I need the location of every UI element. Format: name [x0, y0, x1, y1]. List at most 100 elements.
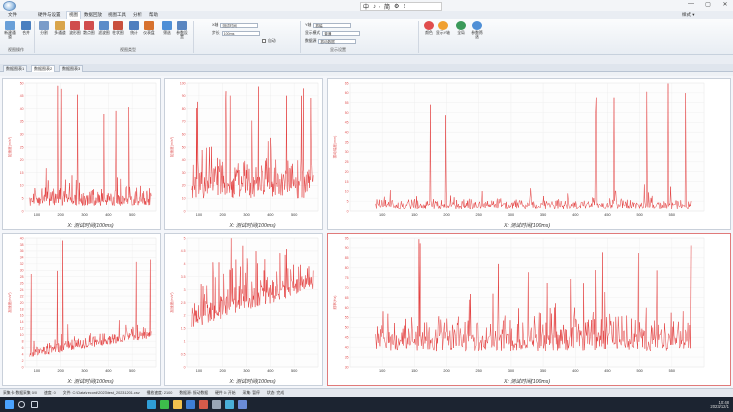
multi-channel-button[interactable]: 多通道	[53, 21, 67, 35]
x-axis-label: X: 测试时间(100ms)	[503, 222, 550, 229]
chart-panel-5[interactable]: 30 35 40 45 50 55 60 65 70 75 80 85 90 95 100 150 200 250…	[327, 233, 731, 386]
y-tick-label: 10	[20, 184, 24, 188]
y-tick-label: 22	[20, 294, 24, 298]
y-tick-label: 35	[20, 120, 24, 124]
x-tick-label: 300	[508, 213, 514, 217]
y-tick-label: 2.5	[181, 301, 186, 305]
y-axis-label: 振动幅度(mm)	[332, 136, 337, 159]
style-menu[interactable]: 样式 ▾	[682, 12, 695, 18]
taskview-icon[interactable]	[31, 401, 38, 408]
y-tick-label: 55	[345, 316, 349, 320]
status-item-7: 状态: 完成	[266, 390, 285, 395]
merge-button[interactable]: 合并	[19, 21, 33, 35]
app2-icon[interactable]	[225, 400, 234, 409]
y-tick-label: 0	[22, 209, 24, 213]
chart-panel-4[interactable]: 0 0.5 1 1.5 2 2.5 3 3.5 4 4.5 5 100 200 300 400 500 加速度(…	[164, 233, 323, 386]
field-select[interactable]: 普通	[322, 30, 361, 36]
field-select[interactable]: 振幅	[313, 22, 352, 28]
ribbon-field: 显示模式 普通	[305, 30, 361, 36]
status-bar: 采集卡:数据采集 0/0 速度: 0 文件: C:\Data\record\2023…	[0, 388, 733, 397]
ime-item-5[interactable]: ⁝	[403, 3, 405, 10]
y-tick-label: 60	[345, 91, 349, 95]
menu-5[interactable]: 分析	[133, 12, 142, 19]
app-icon[interactable]	[199, 400, 208, 409]
y-tick-label: 1.5	[181, 327, 186, 331]
chart-panel-1[interactable]: 0 10 20 30 40 50 60 70 80 90 100 100 200 300 400 500 加速度…	[164, 78, 323, 230]
y-axis-label: 频率(Hz)	[332, 296, 337, 310]
menu-3[interactable]: 数据回放	[84, 12, 102, 19]
y-tick-label: 45	[345, 121, 349, 125]
y-tick-label: 55	[345, 101, 349, 105]
ime-item-4[interactable]: ⚙	[394, 3, 399, 10]
new-channel-button[interactable]: 新建通道	[3, 21, 17, 39]
ime-item-0[interactable]: 中	[363, 2, 369, 11]
store-icon[interactable]	[186, 400, 195, 409]
checkbox-box[interactable]	[262, 39, 266, 43]
start-icon[interactable]	[5, 400, 14, 409]
system-tray[interactable]: 10:48 2023/12/1	[710, 400, 729, 409]
edge-icon[interactable]	[147, 400, 156, 409]
doc-tab-0[interactable]: 数据图表1	[3, 65, 28, 72]
y-tick-label: 24	[20, 288, 24, 292]
chart-panel-2[interactable]: 0 5 10 15 20 25 30 35 40 45 50 55 60 65 100 150 200 250 30…	[327, 78, 731, 230]
app3-icon[interactable]	[238, 400, 247, 409]
close-button[interactable]: ✕	[720, 1, 730, 9]
menu-1[interactable]: 硬件与设置	[38, 12, 61, 19]
global-button[interactable]: 全局	[454, 21, 468, 35]
ribbon-button-label: 散点图	[83, 31, 95, 35]
auto-checkbox[interactable]: 自动	[262, 38, 276, 44]
menu-0[interactable]: 文件	[8, 12, 17, 19]
y-axis-icon	[438, 21, 448, 30]
minimize-button[interactable]: —	[686, 1, 696, 9]
field-select[interactable]: 测试时间	[220, 22, 259, 28]
menu-2[interactable]: 视图	[66, 11, 81, 19]
x-tick-label: 100	[379, 213, 385, 217]
ime-item-3[interactable]: 简	[384, 2, 390, 11]
filter-chart-button[interactable]: 滤波图	[97, 21, 111, 35]
ribbon-button-label: 颜色	[425, 31, 433, 35]
doc-tab-1[interactable]: 数据图表2	[31, 65, 56, 72]
x-tick-label: 100	[379, 369, 385, 373]
waveform-button[interactable]: 波形图	[68, 21, 82, 35]
y-tick-label: 30	[345, 365, 349, 369]
ribbon-button-label: 柱状图	[112, 31, 124, 35]
chart-panel-0[interactable]: 0 5 10 15 20 25 30 35 40 45 50 100 200 300 400 500 加速度(m…	[2, 78, 161, 230]
y-tick-label: 45	[20, 94, 24, 98]
bar-chart-button[interactable]: 柱状图	[111, 21, 125, 35]
ime-item-1[interactable]: ♪	[373, 4, 376, 10]
y-tick-label: 15	[345, 180, 349, 184]
wechat-icon[interactable]	[160, 400, 169, 409]
y-axis-button[interactable]: 显示Y轴	[436, 21, 450, 35]
scatter-button[interactable]: 散点图	[82, 21, 96, 35]
doc-tab-2[interactable]: 数据图表3	[59, 65, 84, 72]
y-tick-label: 85	[345, 256, 349, 260]
maximize-button[interactable]: ▢	[703, 1, 713, 9]
ribbon: 新建通道 合并 分割 多通道 波形图 散点图 滤波图 柱状图 统计 仪表盘 筛选 参数设置 视图操作 视图…	[0, 19, 733, 55]
split-button[interactable]: 分割	[37, 21, 51, 35]
field-select[interactable]: 100ms	[221, 30, 260, 36]
ribbon-button-label: 新建通道	[4, 31, 16, 39]
y-tick-label: 10	[345, 190, 349, 194]
settings-icon[interactable]	[212, 400, 221, 409]
menu-6[interactable]: 帮助	[149, 12, 158, 19]
param-settings-button[interactable]: 参数设置	[175, 21, 189, 39]
y-tick-label: 50	[20, 81, 24, 85]
stats-button[interactable]: 统计	[127, 21, 141, 35]
ime-toolbar[interactable]: 中♪ᡃ简⚙⁝	[360, 2, 442, 11]
ribbon-button-label: 波形图	[69, 31, 81, 35]
checkbox-label: 自动	[268, 38, 276, 43]
gauge-button[interactable]: 仪表盘	[142, 21, 156, 35]
param-filter-button[interactable]: 参数筛选	[470, 21, 484, 39]
x-tick-label: 400	[267, 369, 273, 373]
field-select[interactable]: 振动数据	[318, 38, 357, 44]
menu-4[interactable]: 视图工具	[108, 12, 126, 19]
x-tick-label: 500	[129, 369, 135, 373]
color-button[interactable]: 颜色	[422, 21, 436, 35]
x-tick-label: 300	[508, 369, 514, 373]
field-label: 显示模式	[305, 30, 321, 35]
folder-icon[interactable]	[173, 400, 182, 409]
filter-button[interactable]: 筛选	[160, 21, 174, 35]
search-icon[interactable]	[18, 401, 25, 408]
y-tick-label: 5	[22, 197, 24, 201]
chart-panel-3[interactable]: 0 2 4 6 8 10 12 14 16 18 20 22 24 26 28 30 32 34 36 38 40 100…	[2, 233, 161, 386]
